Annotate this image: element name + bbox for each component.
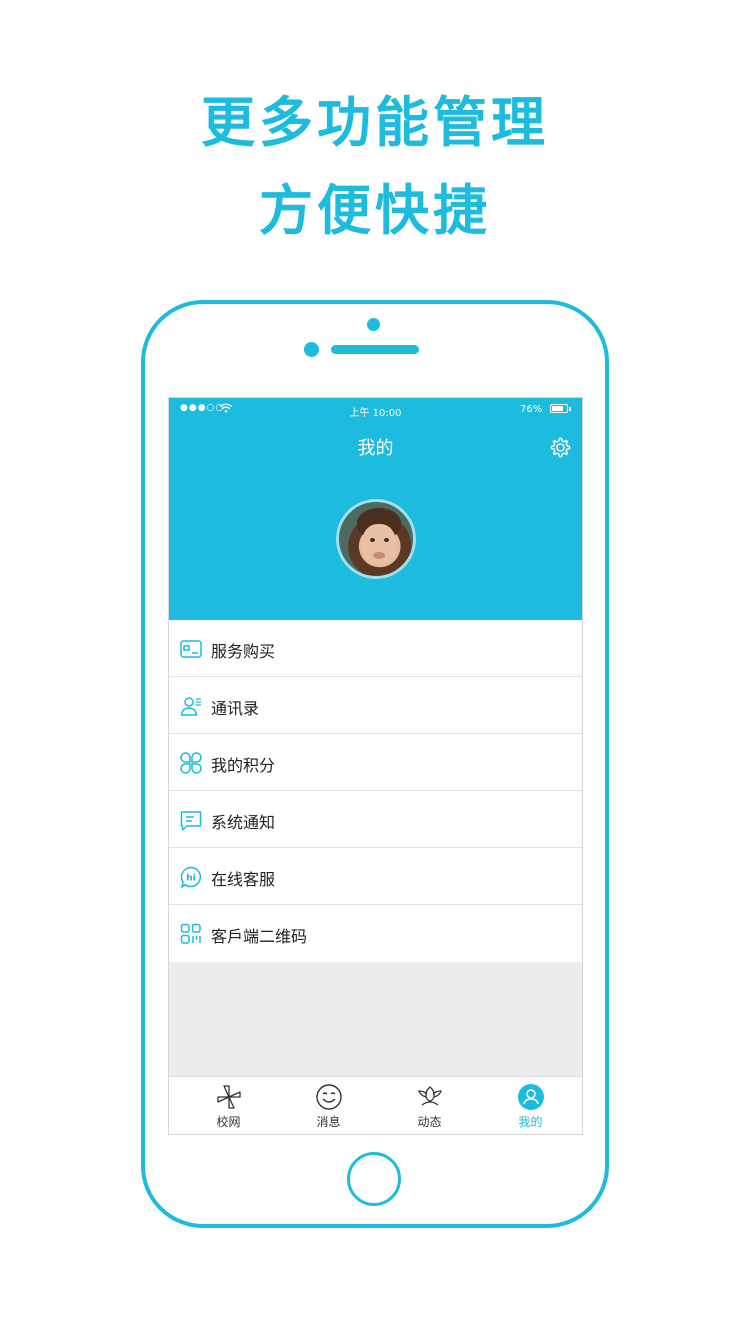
menu-item-my-points[interactable]: 我的积分 [169, 734, 582, 791]
user-icon [518, 1084, 544, 1110]
tab-moments[interactable]: 动态 [378, 1077, 481, 1134]
menu-item-service-purchase[interactable]: 服务购买 [169, 620, 582, 677]
battery-percent: 76% [520, 404, 543, 415]
card-icon [180, 640, 202, 658]
menu-item-label: 系统通知 [211, 813, 276, 832]
smile-icon [316, 1084, 342, 1110]
qr-code-icon [180, 923, 201, 944]
promo-headline-1: 更多功能管理 [201, 91, 549, 154]
tab-mine[interactable]: 我的 [479, 1077, 582, 1134]
tab-label: 我的 [518, 1115, 543, 1129]
speaker-slot [331, 345, 419, 354]
svg-text:hi: hi [186, 874, 196, 884]
contacts-icon [180, 697, 201, 716]
gear-icon[interactable] [548, 436, 572, 460]
menu-item-online-service[interactable]: hi 在线客服 [169, 848, 582, 905]
hi-chat-icon: hi [180, 866, 202, 889]
pinwheel-icon [217, 1085, 241, 1109]
menu-list: 服务购买 通讯录 我的积分 系统通知 hi 在线客服 客戶端二维码 [169, 620, 582, 962]
battery-fill [552, 406, 563, 411]
avatar-eye [384, 538, 389, 542]
camera-dot [367, 318, 380, 331]
menu-item-qr-code[interactable]: 客戶端二维码 [169, 905, 582, 962]
menu-item-label: 客戶端二维码 [211, 927, 308, 946]
tab-campus[interactable]: 校网 [177, 1077, 280, 1134]
menu-item-system-notice[interactable]: 系统通知 [169, 791, 582, 848]
menu-item-label: 通讯录 [211, 699, 260, 718]
tab-label: 消息 [316, 1115, 341, 1129]
menu-item-label: 在线客服 [211, 870, 276, 889]
menu-item-label: 服务购买 [211, 642, 276, 661]
message-icon [180, 811, 202, 831]
menu-item-label: 我的积分 [211, 756, 276, 775]
app-screen: ●●●○○ 上午 10:00 76% 我的 服务购买 通讯录 我的积分 系统通知… [168, 397, 583, 1135]
page-title: 我的 [357, 438, 394, 459]
avatar[interactable] [336, 499, 416, 579]
promo-headline-2: 方便快捷 [259, 179, 491, 242]
sensor-dot [304, 342, 319, 357]
battery-icon [550, 404, 571, 413]
menu-item-contacts[interactable]: 通讯录 [169, 677, 582, 734]
flower-icon [418, 1086, 442, 1106]
avatar-mouth [373, 552, 385, 559]
home-button[interactable] [347, 1152, 401, 1206]
tab-bar: 校网 消息 动态 我的 [169, 1076, 582, 1134]
tab-label: 校网 [216, 1115, 241, 1129]
points-icon [180, 752, 202, 774]
status-bar: ●●●○○ 上午 10:00 76% [169, 398, 582, 422]
tab-messages[interactable]: 消息 [277, 1077, 380, 1134]
profile-header: ●●●○○ 上午 10:00 76% 我的 [169, 398, 582, 620]
avatar-eye [370, 538, 375, 542]
tab-label: 动态 [417, 1115, 442, 1129]
